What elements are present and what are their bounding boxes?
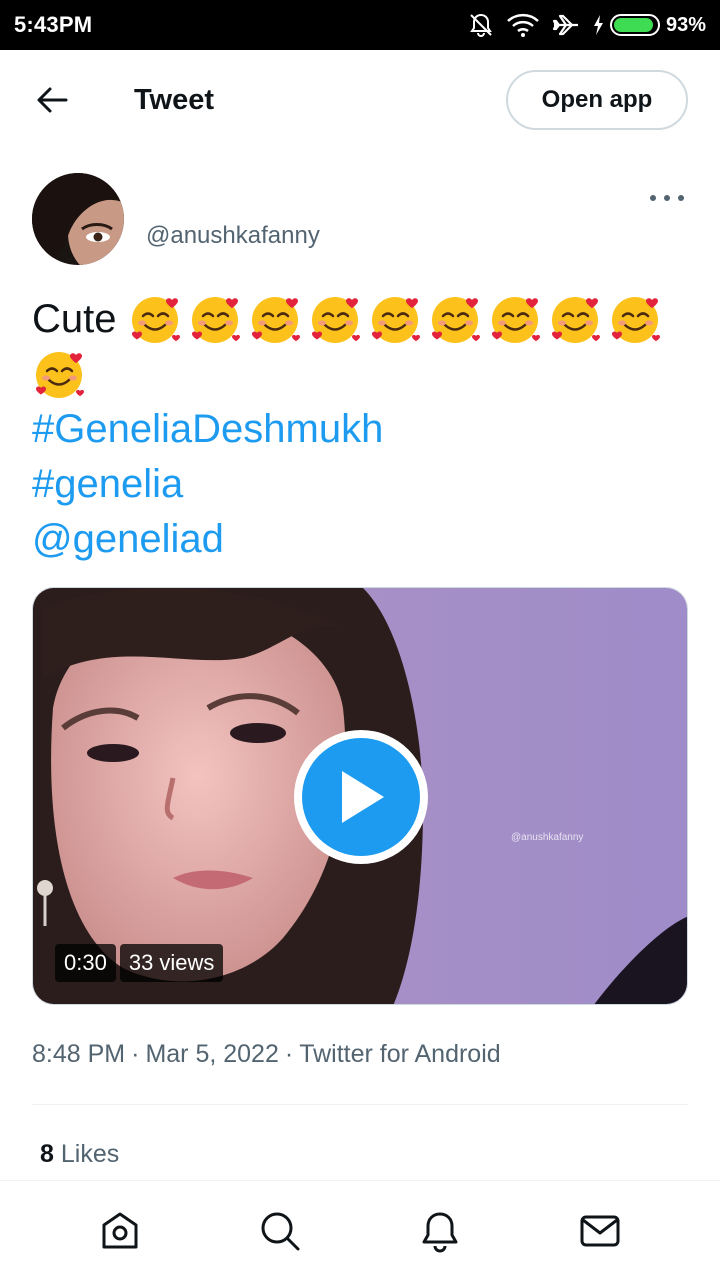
nav-notifications[interactable]: [410, 1201, 470, 1261]
tweet-links: #GeneliaDeshmukh #genelia @geneliad: [32, 402, 692, 567]
open-app-button[interactable]: Open app: [506, 70, 688, 130]
tweet-text: Cute #GeneliaDeshmukh #genelia @geneliad: [32, 292, 692, 567]
tweet-word: Cute: [32, 297, 117, 341]
hashtag-link[interactable]: #genelia: [32, 457, 692, 512]
nav-messages[interactable]: [570, 1201, 630, 1261]
emoji-row: [32, 297, 668, 398]
nav-search[interactable]: [250, 1201, 310, 1261]
play-button[interactable]: [294, 730, 428, 864]
likes-count[interactable]: 8 Likes: [40, 1140, 119, 1169]
charging-icon: [592, 14, 604, 36]
likes-label: Likes: [60, 1140, 120, 1168]
smiling-face-with-hearts-emoji: [428, 292, 483, 347]
battery-percent: 93%: [665, 13, 706, 36]
mention-link[interactable]: @geneliad: [32, 512, 692, 567]
smiling-face-with-hearts-emoji: [308, 292, 363, 347]
divider: [32, 1104, 688, 1105]
smiling-face-with-hearts-emoji: [128, 292, 183, 347]
status-bar: 5:43PM 93%: [0, 0, 720, 50]
smiling-face-with-hearts-emoji: [188, 292, 243, 347]
page-title: Tweet: [134, 83, 215, 116]
battery-icon: [609, 14, 660, 36]
airplane-icon: [552, 12, 580, 38]
smiling-face-with-hearts-emoji: [248, 292, 303, 347]
video-player[interactable]: @anushkafanny 0:30 33 views: [32, 587, 688, 1005]
video-duration: 0:30: [55, 944, 116, 982]
back-button[interactable]: [32, 80, 72, 120]
status-time: 5:43PM: [14, 12, 93, 37]
avatar[interactable]: [32, 173, 124, 265]
status-icons: 93%: [468, 12, 706, 38]
smiling-face-with-hearts-emoji: [608, 292, 663, 347]
search-icon: [261, 1212, 300, 1250]
notifications-off-icon: [468, 12, 494, 38]
hashtag-link[interactable]: #GeneliaDeshmukh: [32, 402, 692, 457]
more-horizontal-icon[interactable]: [650, 190, 684, 206]
meta-separator: ·: [131, 1040, 140, 1068]
video-watermark: @anushkafanny: [511, 832, 584, 843]
author-handle[interactable]: @anushkafanny: [146, 222, 320, 250]
mail-icon: [580, 1215, 620, 1246]
meta-separator: ·: [284, 1040, 294, 1068]
arrow-left-icon: [37, 87, 68, 113]
video-badges: 0:30 33 views: [55, 944, 224, 982]
tweet-source[interactable]: Twitter for Android: [299, 1040, 500, 1068]
battery-indicator: 93%: [592, 14, 706, 37]
bell-icon: [422, 1212, 458, 1252]
tweet-author: @anushkafanny: [32, 172, 688, 266]
bottom-nav: [0, 1181, 720, 1280]
battery-fill: [613, 18, 654, 32]
top-bar: Tweet Open app: [0, 50, 720, 150]
video-views: 33 views: [119, 944, 224, 982]
tweet-time[interactable]: 8:48 PM: [32, 1040, 125, 1068]
wifi-icon: [506, 12, 540, 38]
smiling-face-with-hearts-emoji: [368, 292, 423, 347]
tweet-meta: 8:48 PM · Mar 5, 2022 · Twitter for Android: [32, 1040, 501, 1069]
smiling-face-with-hearts-emoji: [488, 292, 543, 347]
smiling-face-with-hearts-emoji: [548, 292, 603, 347]
nav-home[interactable]: [90, 1201, 150, 1261]
likes-number: 8: [40, 1140, 54, 1168]
smiling-face-with-hearts-emoji: [32, 347, 87, 402]
tweet-date[interactable]: Mar 5, 2022: [145, 1040, 278, 1068]
play-icon: [342, 771, 384, 823]
home-icon: [102, 1212, 138, 1248]
